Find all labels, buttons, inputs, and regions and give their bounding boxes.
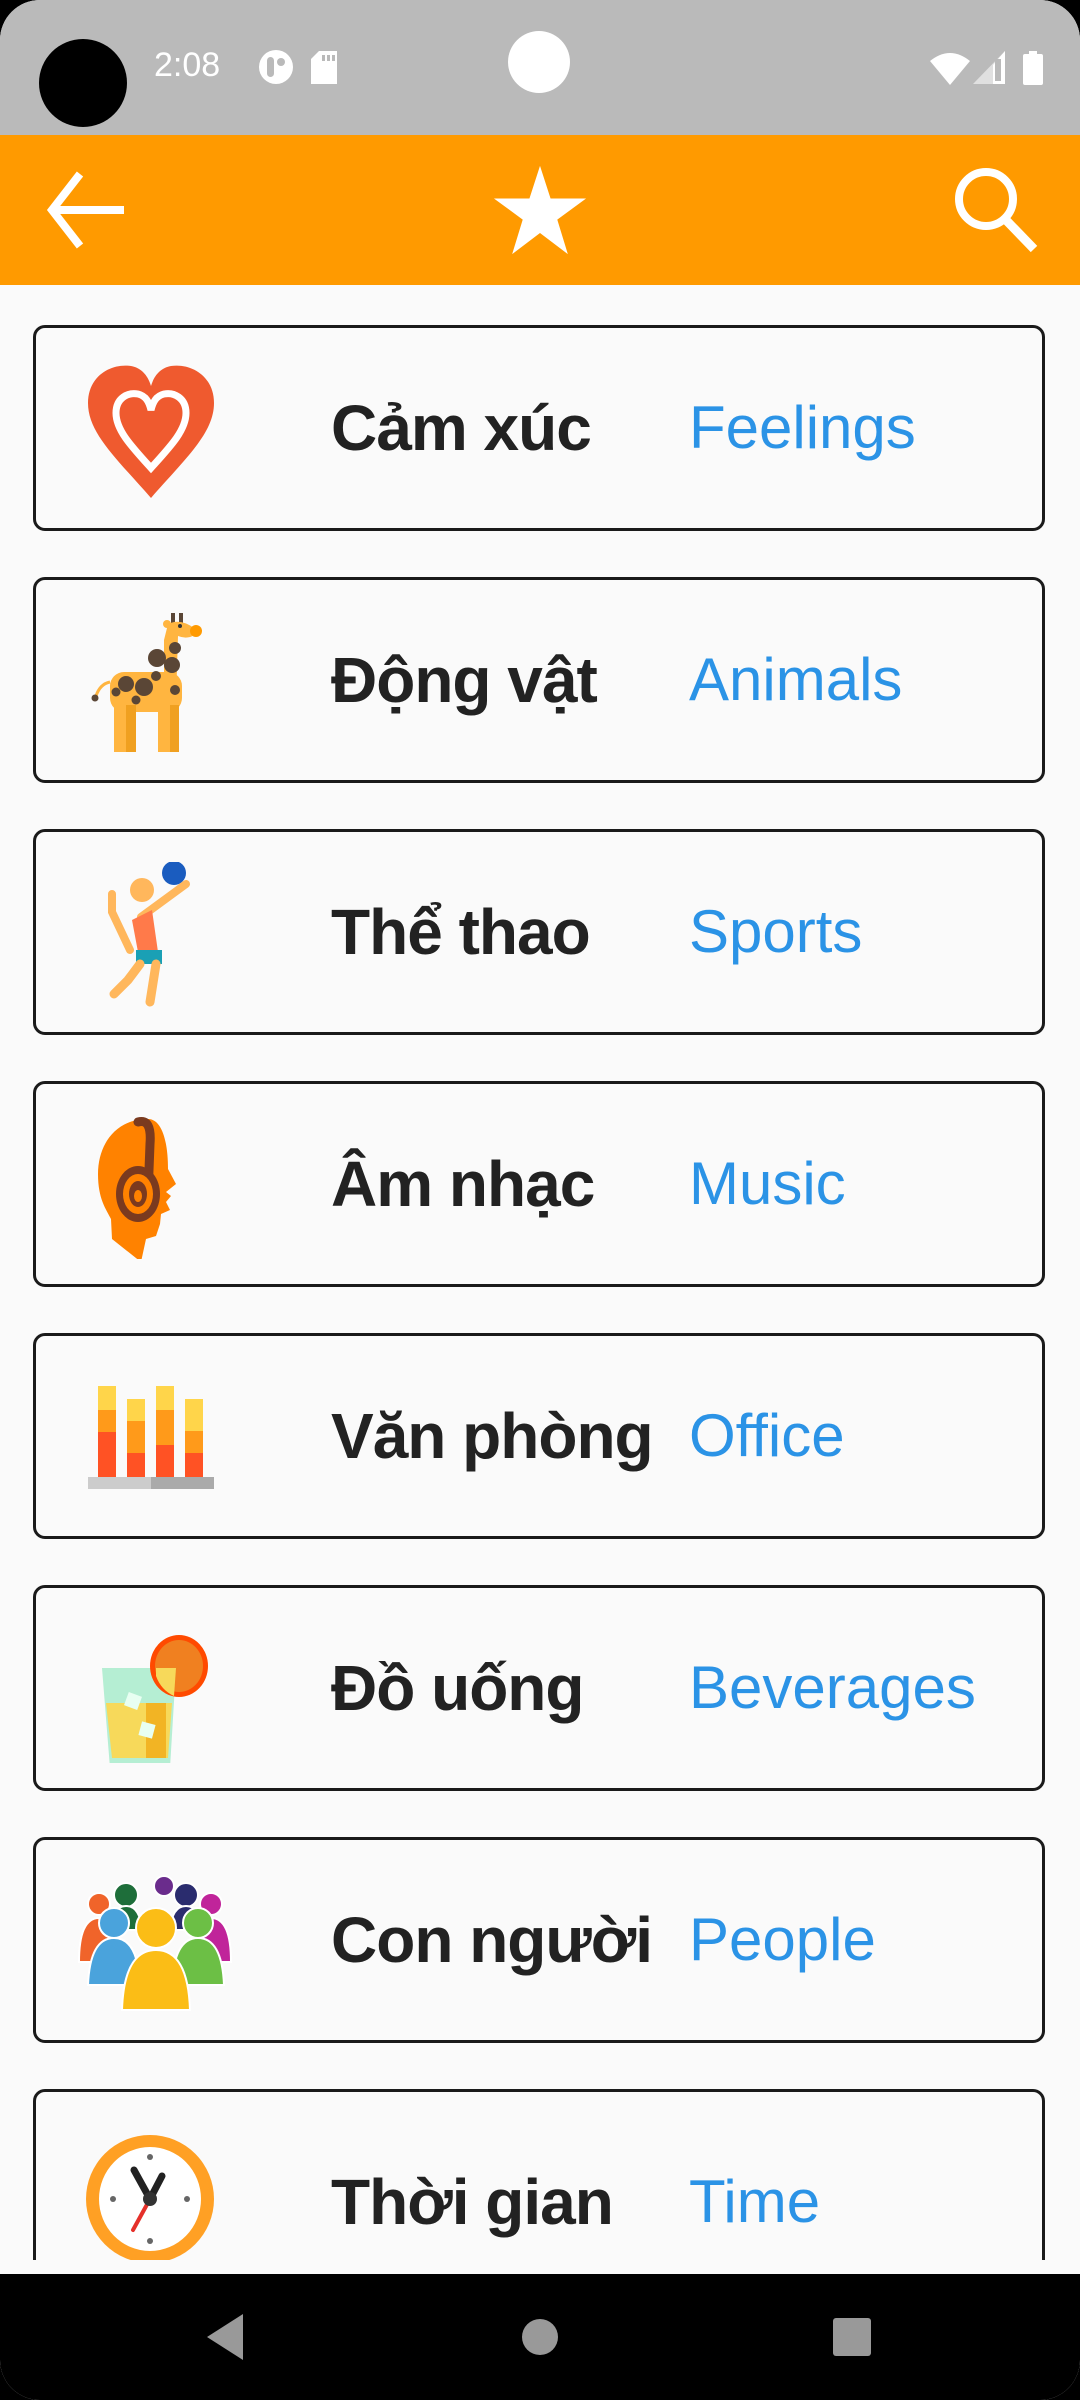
arrow-left-icon [46, 171, 124, 249]
battery-icon [1023, 51, 1043, 90]
search-button[interactable] [935, 135, 1055, 285]
nav-home-icon [522, 2319, 558, 2355]
category-vietnamese-label: Âm nhạc [331, 1148, 595, 1220]
category-vietnamese-label: Văn phòng [331, 1400, 654, 1472]
category-card-beverages[interactable]: Đồ uống Beverages [33, 1585, 1045, 1791]
heart-icon [76, 358, 226, 503]
search-icon [955, 168, 1038, 253]
drink-glass-icon [76, 1618, 226, 1768]
category-vietnamese-label: Động vật [331, 644, 598, 716]
app-bar [0, 135, 1080, 285]
category-english-label: Feelings [689, 394, 916, 461]
category-card-people[interactable]: Con người People [33, 1837, 1045, 2043]
favorites-button[interactable] [480, 135, 600, 285]
category-card-animals[interactable]: Động vật Animals [33, 577, 1045, 783]
nav-back-icon [207, 2314, 243, 2360]
star-icon [493, 165, 587, 255]
category-card-feelings[interactable]: Cảm xúc Feelings [33, 325, 1045, 531]
category-english-label: Animals [689, 646, 903, 713]
status-bar: 2:08 [0, 0, 1080, 135]
volleyball-player-icon [76, 861, 226, 1007]
category-english-label: Music [689, 1150, 846, 1217]
nav-back-button[interactable] [157, 2274, 297, 2400]
category-vietnamese-label: Con người [331, 1904, 653, 1976]
system-navigation-bar [0, 2274, 1080, 2400]
category-english-label: People [689, 1906, 876, 1973]
sd-card-icon [311, 51, 337, 89]
bar-chart-icon [76, 1366, 226, 1511]
camera-cutout [39, 39, 127, 127]
headphones-head-icon [76, 1114, 226, 1262]
category-card-sports[interactable]: Thể thao Sports [33, 829, 1045, 1035]
category-english-label: Time [689, 2168, 821, 2235]
screen: 2:08 Cảm xúc Feelings Động vật Animals T… [0, 0, 1080, 2400]
category-card-time[interactable]: Thời gian Time [33, 2089, 1045, 2260]
cell-signal-icon [973, 51, 1005, 90]
clock-icon [76, 2130, 226, 2260]
category-vietnamese-label: Đồ uống [331, 1652, 584, 1724]
category-card-music[interactable]: Âm nhạc Music [33, 1081, 1045, 1287]
nav-recents-icon [833, 2318, 871, 2356]
status-indicator-dot [508, 31, 570, 93]
back-button[interactable] [24, 135, 144, 285]
category-english-label: Sports [689, 898, 863, 965]
wifi-icon [930, 51, 970, 90]
nav-recents-button[interactable] [782, 2274, 922, 2400]
giraffe-icon [76, 610, 226, 755]
status-time: 2:08 [154, 46, 221, 84]
category-vietnamese-label: Thời gian [331, 2166, 614, 2238]
category-english-label: Office [689, 1402, 845, 1469]
nav-home-button[interactable] [470, 2274, 610, 2400]
category-vietnamese-label: Cảm xúc [331, 392, 592, 464]
people-group-icon [76, 1870, 233, 2015]
category-card-office[interactable]: Văn phòng Office [33, 1333, 1045, 1539]
notification-app-icon [258, 49, 294, 90]
category-vietnamese-label: Thể thao [331, 896, 591, 968]
category-english-label: Beverages [689, 1654, 976, 1721]
category-list[interactable]: Cảm xúc Feelings Động vật Animals Thể th… [0, 285, 1080, 2260]
